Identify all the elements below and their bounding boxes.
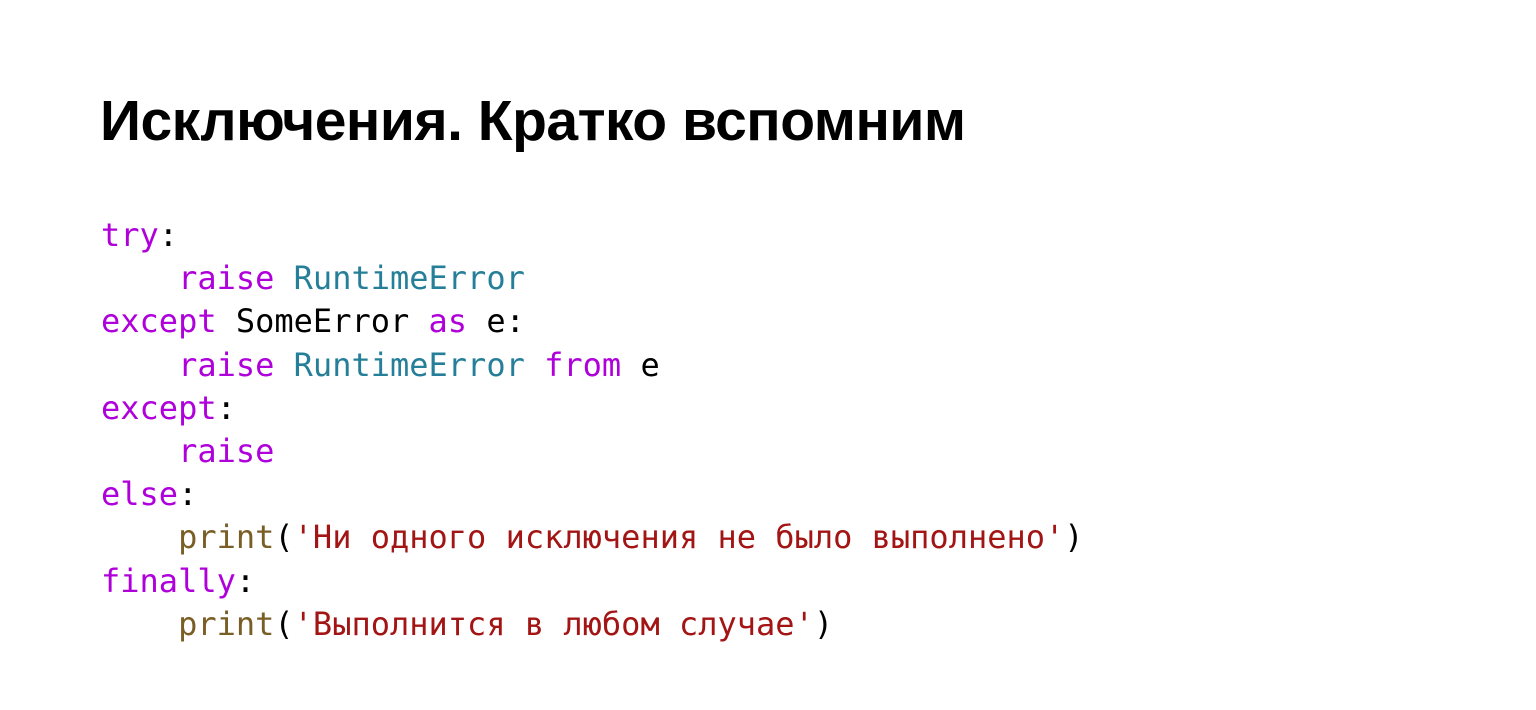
code-keyword: finally	[101, 561, 236, 600]
code-text: :	[178, 475, 198, 514]
code-keyword: as	[428, 302, 468, 341]
slide-title: Исключения. Кратко вспомним	[100, 89, 966, 154]
code-line: raise	[101, 430, 1084, 473]
code-keyword: else	[101, 475, 179, 514]
code-line: except:	[101, 387, 1084, 430]
code-text: SomeError	[216, 302, 429, 341]
code-line: finally:	[101, 560, 1084, 603]
code-keyword: except	[101, 302, 217, 341]
code-block: try: raise RuntimeError except SomeError …	[101, 214, 1084, 646]
code-line: print('Ни одного исключения не было выпо…	[101, 516, 1084, 559]
code-keyword: except	[101, 388, 217, 427]
code-class-name: RuntimeError	[293, 345, 525, 384]
code-text: (	[274, 604, 294, 643]
code-line: raise RuntimeError from e	[101, 344, 1084, 387]
code-text: e:	[467, 302, 525, 341]
code-text: :	[158, 216, 179, 254]
code-text: :	[216, 388, 236, 427]
code-line: try:	[101, 214, 1084, 257]
code-text: :	[235, 561, 256, 600]
code-keyword: raise	[178, 431, 275, 470]
code-line: print('Выполнится в любом случае')	[101, 603, 1084, 646]
code-keyword: try	[101, 216, 159, 254]
code-string: 'Выполнится в любом случае'	[293, 604, 814, 643]
code-class-name: RuntimeError	[293, 259, 525, 298]
code-line: except SomeError as e:	[101, 300, 1084, 343]
code-string: 'Ни одного исключения не было выполнено'	[293, 518, 1065, 557]
code-text: )	[1064, 518, 1084, 557]
code-keyword: raise	[178, 345, 275, 384]
code-function: print	[178, 518, 275, 557]
code-text: (	[274, 518, 294, 557]
code-text: )	[813, 604, 834, 643]
code-keyword: raise	[178, 259, 275, 298]
code-line: else:	[101, 473, 1084, 516]
code-function: print	[178, 604, 275, 643]
code-keyword: from	[544, 345, 622, 384]
code-text: e	[621, 345, 660, 384]
code-line: raise RuntimeError	[101, 257, 1084, 300]
